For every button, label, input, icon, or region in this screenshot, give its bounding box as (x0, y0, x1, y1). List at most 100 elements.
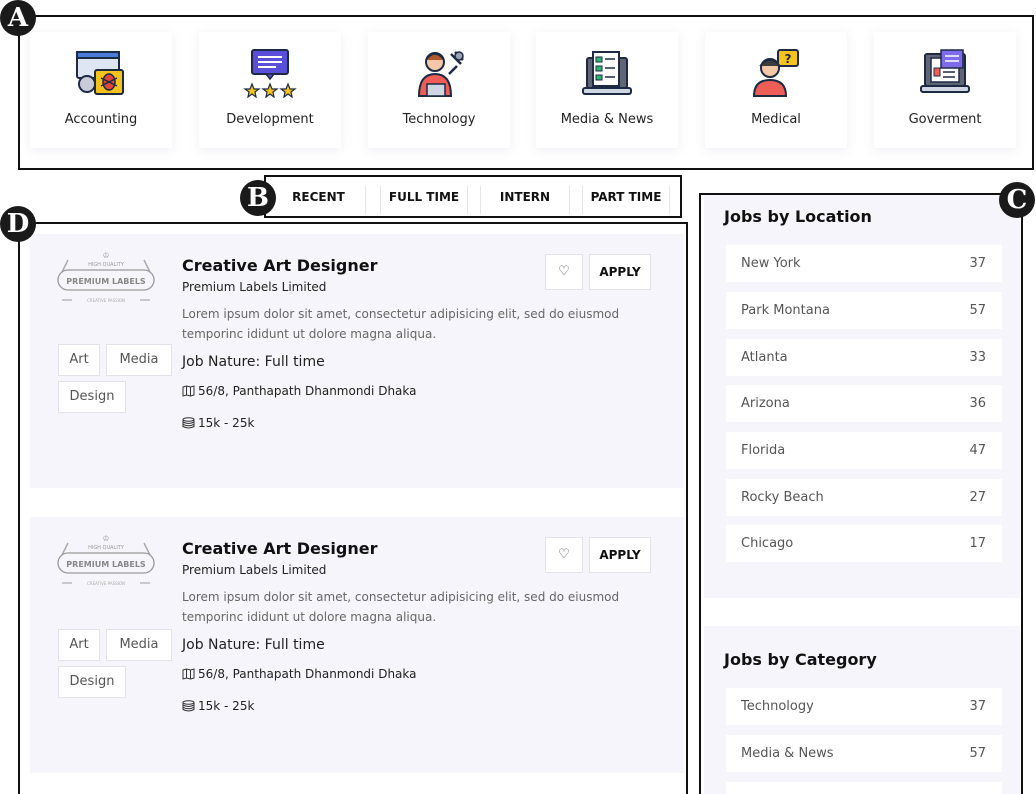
salary-text: 15k - 25k (198, 416, 255, 430)
apply-button[interactable]: APPLY (589, 254, 651, 290)
svg-text:♔: ♔ (102, 534, 109, 543)
category-card-government[interactable]: Goverment (874, 32, 1016, 148)
map-icon (182, 385, 195, 397)
location-item-new-york[interactable]: New York 37 (726, 245, 1002, 282)
location-name: New York (741, 256, 801, 271)
marker-d: D (0, 206, 36, 242)
category-item-media-news[interactable]: Media & News 57 (726, 735, 1002, 772)
location-item-florida[interactable]: Florida 47 (726, 432, 1002, 469)
sidebar-divider (704, 598, 1020, 626)
category-label: Medical (751, 112, 801, 127)
category-label: Goverment (908, 112, 982, 127)
tab-full-time[interactable]: FULL TIME (380, 186, 468, 214)
job-address: 56/8, Panthapath Dhanmondi Dhaka (182, 667, 417, 681)
job-title[interactable]: Creative Art Designer (182, 256, 377, 275)
job-salary: 15k - 25k (182, 416, 254, 430)
job-title[interactable]: Creative Art Designer (182, 539, 377, 558)
location-count: 57 (969, 303, 986, 318)
apply-button[interactable]: APPLY (589, 537, 651, 573)
database-icon (182, 417, 195, 429)
category-card-medical[interactable]: ? Medical (705, 32, 847, 148)
marker-a: A (0, 0, 36, 36)
government-icon (920, 49, 970, 93)
location-count: 36 (969, 396, 986, 411)
location-name: Florida (741, 443, 786, 458)
category-card-accounting[interactable]: Accounting (30, 32, 172, 148)
location-name: Atlanta (741, 350, 788, 365)
location-item-park-montana[interactable]: Park Montana 57 (726, 292, 1002, 329)
jobs-by-category-title: Jobs by Category (724, 650, 877, 669)
tag-art[interactable]: Art (58, 344, 100, 376)
svg-text:HIGH QUALITY: HIGH QUALITY (88, 262, 125, 268)
development-icon (243, 49, 297, 98)
category-list: Accounting Development Technology Media … (30, 32, 1020, 150)
location-item-chicago[interactable]: Chicago 17 (726, 525, 1002, 562)
favorite-button[interactable]: ♡ (545, 254, 583, 290)
job-card: ♔ HIGH QUALITY PREMIUM LABELS CREATIVE P… (30, 234, 684, 488)
category-card-development[interactable]: Development (199, 32, 341, 148)
location-name: Arizona (741, 396, 790, 411)
tab-intern[interactable]: INTERN (480, 186, 570, 214)
media-news-icon (582, 51, 632, 95)
salary-text: 15k - 25k (198, 699, 255, 713)
job-description: Lorem ipsum dolor sit amet, consectetur … (182, 590, 620, 624)
location-count: 27 (969, 490, 986, 505)
category-card-technology[interactable]: Technology (368, 32, 510, 148)
location-name: Chicago (741, 536, 794, 551)
tag-art[interactable]: Art (58, 629, 100, 661)
job-nature: Job Nature: Full time (182, 354, 325, 370)
svg-text:PREMIUM LABELS: PREMIUM LABELS (66, 560, 146, 569)
tab-part-time[interactable]: PART TIME (582, 186, 670, 214)
job-type-tabs: RECENT FULL TIME INTERN PART TIME (272, 178, 680, 216)
company-name: Premium Labels Limited (182, 563, 327, 577)
marker-c: C (999, 182, 1035, 218)
svg-text:HIGH QUALITY: HIGH QUALITY (88, 545, 125, 551)
favorite-button[interactable]: ♡ (545, 537, 583, 573)
category-label: Accounting (64, 112, 138, 127)
jobs-by-location-title: Jobs by Location (724, 207, 872, 226)
category-name: Media & News (741, 746, 834, 761)
heart-icon: ♡ (558, 264, 570, 279)
tab-recent[interactable]: RECENT (272, 186, 366, 214)
location-count: 37 (969, 256, 986, 271)
location-item-arizona[interactable]: Arizona 36 (726, 385, 1002, 422)
tag-media[interactable]: Media (106, 629, 172, 661)
tag-design[interactable]: Design (58, 666, 126, 698)
technology-icon (417, 51, 464, 97)
location-count: 47 (969, 443, 986, 458)
job-address: 56/8, Panthapath Dhanmondi Dhaka (182, 384, 417, 398)
map-icon (182, 668, 195, 680)
address-text: 56/8, Panthapath Dhanmondi Dhaka (198, 667, 417, 681)
category-name: Technology (741, 699, 814, 714)
category-item-partial[interactable] (726, 782, 1002, 794)
location-count: 17 (969, 536, 986, 551)
location-name: Park Montana (741, 303, 830, 318)
svg-text:?: ? (785, 52, 792, 66)
tag-design[interactable]: Design (58, 381, 126, 413)
company-name: Premium Labels Limited (182, 280, 327, 294)
marker-b: B (240, 180, 276, 216)
svg-text:CREATIVE PASSION: CREATIVE PASSION (87, 581, 125, 586)
location-item-atlanta[interactable]: Atlanta 33 (726, 339, 1002, 376)
svg-text:CREATIVE PASSION: CREATIVE PASSION (87, 298, 125, 303)
location-count: 33 (969, 350, 986, 365)
sidebar: Jobs by Location New York 37 Park Montan… (704, 194, 1020, 794)
job-description: Lorem ipsum dolor sit amet, consectetur … (182, 307, 620, 341)
category-item-technology[interactable]: Technology 37 (726, 688, 1002, 725)
category-card-media-news[interactable]: Media & News (536, 32, 678, 148)
category-count: 37 (969, 699, 986, 714)
medical-icon: ? (752, 49, 799, 97)
heart-icon: ♡ (558, 547, 570, 562)
job-nature: Job Nature: Full time (182, 637, 325, 653)
accounting-icon (76, 51, 124, 95)
category-label: Media & News (560, 112, 654, 127)
job-salary: 15k - 25k (182, 699, 254, 713)
svg-text:♔: ♔ (102, 251, 109, 260)
database-icon (182, 700, 195, 712)
tag-media[interactable]: Media (106, 344, 172, 376)
location-name: Rocky Beach (741, 490, 824, 505)
address-text: 56/8, Panthapath Dhanmondi Dhaka (198, 384, 417, 398)
svg-text:PREMIUM LABELS: PREMIUM LABELS (66, 277, 146, 286)
location-item-rocky-beach[interactable]: Rocky Beach 27 (726, 479, 1002, 516)
category-label: Technology (402, 112, 476, 127)
